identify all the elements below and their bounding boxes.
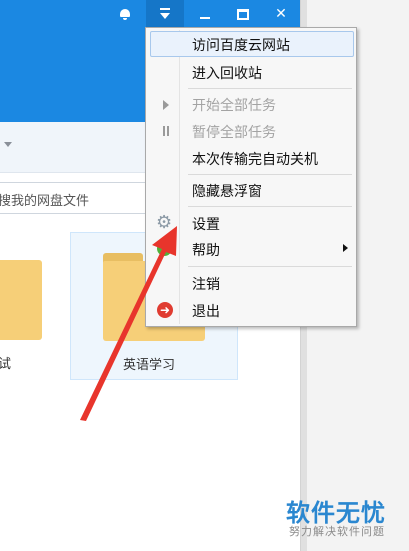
menu-item-label: 开始全部任务 [192, 98, 276, 114]
menu-item-label: 隐藏悬浮窗 [192, 184, 262, 200]
main-menu-button[interactable] [146, 0, 184, 28]
menu-separator [188, 266, 352, 267]
menu-arrow-icon [160, 8, 170, 19]
maximize-icon [237, 8, 249, 20]
folder-name: 英语学习 [123, 358, 176, 373]
minimize-icon [200, 17, 210, 19]
folder-icon [0, 252, 42, 340]
menu-separator [188, 206, 352, 207]
menu-item-label: 暂停全部任务 [192, 125, 276, 141]
pause-icon [162, 126, 170, 136]
bell-icon [120, 9, 130, 20]
menu-item-label: 注销 [192, 277, 220, 293]
exit-icon: ➜ [157, 302, 173, 318]
menu-item-exit[interactable]: ➜ 退出 [150, 297, 354, 323]
menu-separator [188, 174, 352, 175]
menu-item-label: 本次传输完自动关机 [192, 152, 318, 168]
gear-icon: ⚙ [156, 212, 173, 233]
menu-item-label: 访问百度云网站 [192, 38, 290, 54]
maximize-button[interactable] [224, 0, 262, 28]
menu-item-help[interactable]: ? 帮助 [150, 236, 354, 262]
menu-item-label: 退出 [192, 304, 220, 320]
menu-item-settings[interactable]: ⚙ 设置 [150, 210, 354, 236]
context-menu: 访问百度云网站 进入回收站 开始全部任务 暂停全部任务 本次传输完自动关机 隐藏… [145, 27, 357, 327]
menu-item-visit-website[interactable]: 访问百度云网站 [150, 31, 354, 57]
menu-item-label: 帮助 [192, 243, 220, 259]
minimize-button[interactable] [186, 0, 224, 28]
menu-item-hide-float[interactable]: 隐藏悬浮窗 [150, 177, 354, 203]
menu-item-label: 进入回收站 [192, 66, 262, 82]
menu-item-recycle-bin[interactable]: 进入回收站 [150, 59, 354, 85]
menu-item-auto-shutdown[interactable]: 本次传输完自动关机 [150, 145, 354, 171]
watermark-subtitle: 努力解决软件问题 [289, 525, 385, 538]
folder-name: 试 [0, 357, 12, 372]
dropdown-caret-icon[interactable] [4, 142, 12, 147]
help-icon: ? [157, 241, 172, 256]
menu-item-label: 设置 [192, 217, 220, 233]
menu-separator [188, 88, 352, 89]
menu-item-start-all[interactable]: 开始全部任务 [150, 91, 354, 117]
close-button[interactable]: ✕ [262, 0, 300, 28]
menu-item-logout[interactable]: 注销 [150, 270, 354, 296]
menu-item-pause-all[interactable]: 暂停全部任务 [150, 118, 354, 144]
notification-button[interactable] [106, 0, 144, 28]
close-icon: ✕ [275, 6, 287, 22]
search-text: 搜我的网盘文件 [0, 194, 90, 209]
folder-item[interactable]: 试 [0, 232, 42, 378]
play-icon [163, 100, 169, 110]
submenu-arrow-icon [343, 244, 348, 252]
